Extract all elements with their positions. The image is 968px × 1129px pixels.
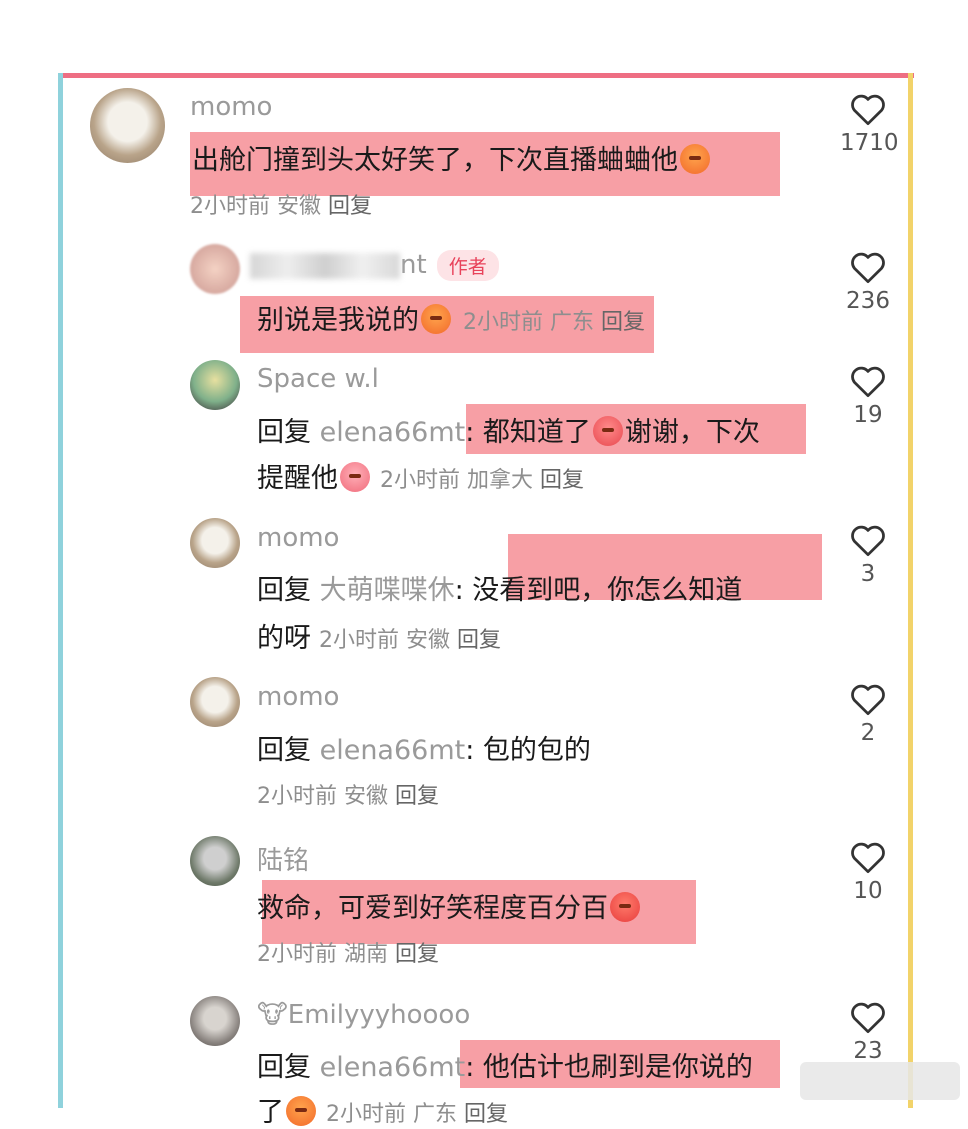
username[interactable]: momo	[257, 523, 339, 553]
like-button[interactable]: 2	[840, 682, 896, 746]
comment-text: 救命，可爱到好笑程度百分百	[257, 886, 642, 925]
comment-meta: 2小时前 安徽 回复	[190, 194, 373, 219]
avatar[interactable]	[90, 88, 165, 163]
emoji-icon	[286, 1096, 316, 1126]
reply-button[interactable]: 回复	[457, 628, 501, 653]
frame-left-border	[58, 73, 63, 1108]
avatar[interactable]	[190, 677, 240, 727]
username[interactable]: Space w.l	[257, 364, 379, 394]
reply-target-user[interactable]: elena66mt	[320, 735, 466, 766]
author-badge: 作者	[436, 250, 499, 281]
avatar[interactable]	[190, 244, 240, 294]
reply-target-user[interactable]: elena66mt	[320, 417, 466, 448]
reply-target-user[interactable]: 大萌喋喋休	[320, 575, 455, 606]
avatar[interactable]	[190, 996, 240, 1046]
username[interactable]: 🐮Emilyyyhoooo	[257, 1000, 470, 1030]
heart-outline-icon	[851, 525, 885, 557]
like-button[interactable]: 236	[840, 250, 896, 314]
reply-button[interactable]: 回复	[328, 194, 372, 219]
watermark	[800, 1062, 960, 1100]
reply-button[interactable]: 回复	[395, 942, 439, 967]
emoji-icon	[610, 892, 640, 922]
comment-text: 回复 elena66mt: 都知道了 谢谢，下次	[257, 416, 760, 448]
emoji-icon	[680, 144, 710, 174]
reply-button[interactable]: 回复	[540, 468, 584, 493]
heart-outline-icon	[851, 842, 885, 874]
comment-text: 回复 elena66mt: 他估计也刷到是你说的	[257, 1052, 753, 1083]
comment-text: 回复 elena66mt: 包的包的	[257, 735, 591, 766]
avatar[interactable]	[190, 360, 240, 410]
comment-meta: 2小时前 安徽 回复	[257, 784, 440, 809]
avatar[interactable]	[190, 518, 240, 568]
comment-text: 了 2小时前 广东 回复	[257, 1096, 509, 1128]
cow-icon: 🐮	[257, 1000, 288, 1030]
comment-text: 别说是我说的 2小时前 广东 回复	[257, 304, 646, 336]
username[interactable]: momo	[257, 682, 339, 712]
blurred-name	[250, 252, 400, 279]
emoji-icon	[592, 416, 623, 446]
heart-outline-icon	[851, 1002, 885, 1034]
comment-meta: 2小时前 湖南 回复	[257, 942, 440, 967]
like-count: 23	[853, 1038, 883, 1064]
like-button[interactable]: 19	[840, 364, 896, 428]
like-count: 1710	[840, 130, 899, 156]
comment-text: 的呀 2小时前 安徽 回复	[257, 623, 502, 654]
username[interactable]: 陆铭	[257, 840, 309, 877]
like-button[interactable]: 10	[840, 840, 896, 904]
heart-outline-icon	[851, 252, 885, 284]
comment-text: 出舱门撞到头太好笑了，下次直播蛐蛐他	[192, 138, 712, 177]
emoji-icon	[340, 462, 370, 492]
like-count: 19	[853, 402, 883, 428]
like-button[interactable]: 23	[840, 1000, 896, 1064]
like-count: 236	[846, 288, 890, 314]
comment-text: 回复 大萌喋喋休: 没看到吧，你怎么知道	[257, 575, 743, 606]
like-count: 10	[853, 878, 883, 904]
avatar[interactable]	[190, 836, 240, 886]
heart-outline-icon	[851, 684, 885, 716]
reply-target-user[interactable]: elena66mt	[320, 1052, 466, 1083]
username[interactable]: nt 作者	[250, 250, 499, 281]
like-button[interactable]: 1710	[840, 92, 899, 156]
reply-button[interactable]: 回复	[395, 784, 439, 809]
like-count: 3	[860, 561, 876, 587]
heart-outline-icon	[851, 94, 885, 126]
username[interactable]: momo	[190, 92, 272, 122]
reply-button[interactable]: 回复	[464, 1102, 508, 1127]
frame-right-border	[908, 73, 913, 1108]
frame-top-border	[58, 73, 914, 78]
emoji-icon	[421, 304, 451, 334]
heart-outline-icon	[851, 366, 885, 398]
like-count: 2	[860, 720, 876, 746]
reply-button[interactable]: 回复	[601, 310, 645, 335]
comment-text: 提醒他 2小时前 加拿大 回复	[257, 462, 585, 494]
like-button[interactable]: 3	[840, 523, 896, 587]
